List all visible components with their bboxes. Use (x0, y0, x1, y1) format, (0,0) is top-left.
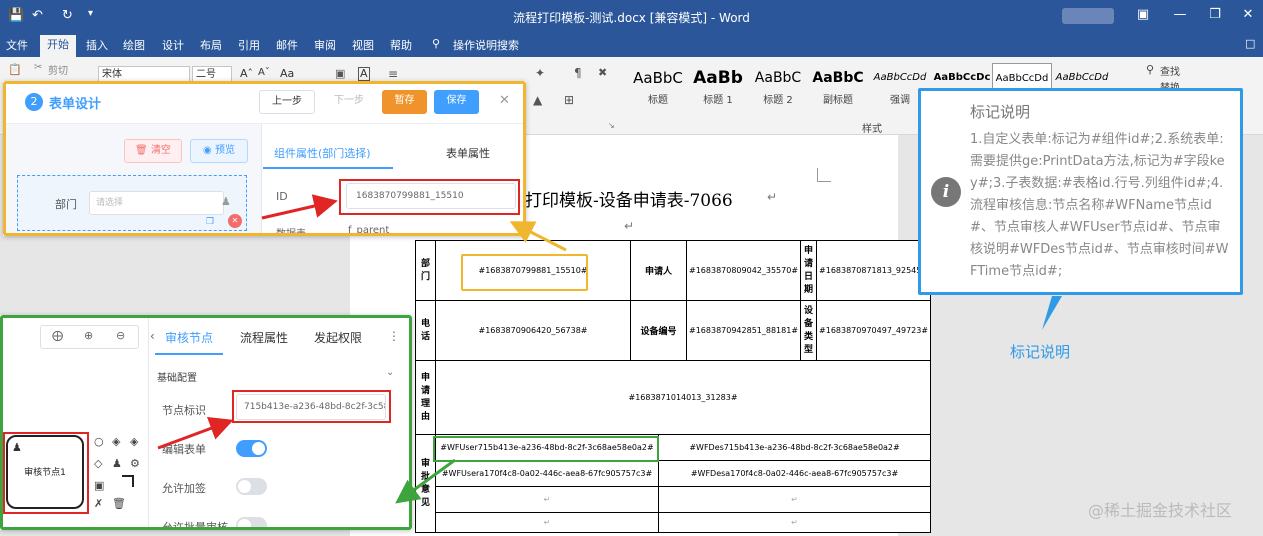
arrow-wfuser (395, 458, 456, 504)
watermark: @稀土掘金技术社区 (1088, 501, 1233, 520)
arrow-dept (509, 221, 567, 252)
annotation-arrows (157, 194, 1062, 504)
arrow-node-id (157, 417, 234, 450)
arrow-id (261, 194, 338, 220)
annotation-pointer (1042, 296, 1062, 330)
